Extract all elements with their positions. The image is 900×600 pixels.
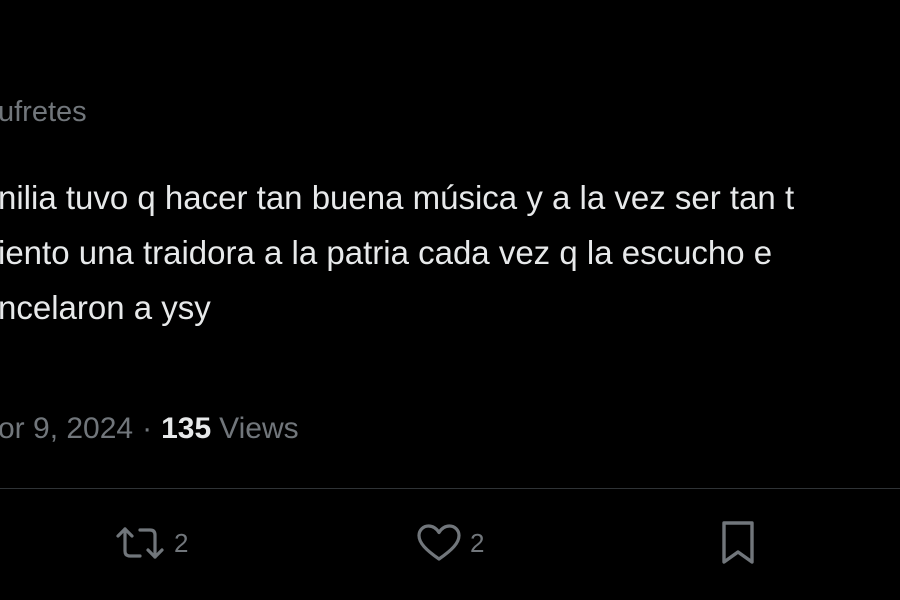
tweet-detail-view: ufretes nilia tuvo q hacer tan buena mús… [0,0,900,600]
author-handle[interactable]: ufretes [0,96,87,129]
tweet-text-line: ncelaron a ysy [0,289,211,326]
bookmark-button[interactable] [718,518,758,568]
views-label: Views [219,412,299,445]
divider [0,488,900,489]
like-button[interactable]: 2 [416,518,484,568]
retweet-icon [114,523,166,563]
tweet-text-line: nilia tuvo q hacer tan buena música y a … [0,179,795,216]
post-date[interactable]: or 9, 2024 [0,412,133,446]
heart-icon [416,523,462,563]
tweet-metadata: or 9, 2024 · 135 Views [0,412,299,446]
tweet-text: nilia tuvo q hacer tan buena música y a … [0,170,794,335]
retweet-count: 2 [174,527,189,558]
meta-separator: · [142,412,153,445]
views-count: 135 [161,412,212,445]
like-count: 2 [470,527,485,558]
tweet-text-line: iento una traidora a la patria cada vez … [0,234,773,271]
retweet-button[interactable]: 2 [114,518,188,568]
bookmark-icon [718,520,758,566]
